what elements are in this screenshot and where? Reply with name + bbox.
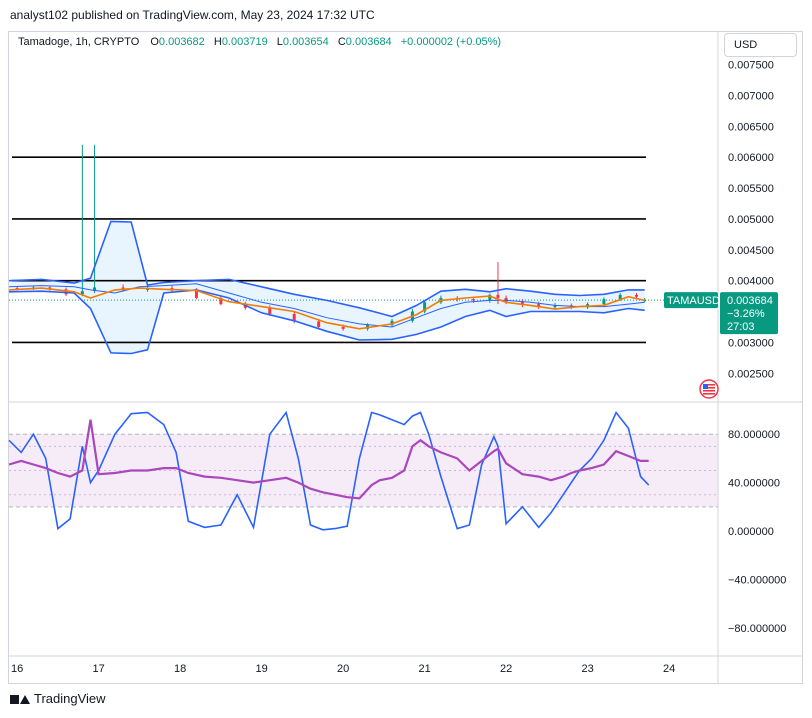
time-tick-label: 16: [11, 663, 23, 675]
price-tick-label: 0.002500: [728, 368, 774, 380]
price-pane: [8, 144, 718, 355]
time-tick-label: 19: [256, 663, 268, 675]
oscillator-tick-label: −80.000000: [728, 623, 786, 635]
price-tick-label: 0.006500: [728, 121, 774, 133]
price-tick-label: 0.007000: [728, 90, 774, 102]
candle-body: [635, 294, 639, 297]
axes: 0.007500 0.007000 0.006500 0.006000 0.005500…: [9, 32, 803, 683]
flag-icon-stripe: [703, 390, 715, 392]
time-tick-label: 21: [418, 663, 430, 675]
time-tick-label: 24: [663, 663, 675, 675]
price-tag-change: −3.26%: [727, 308, 765, 320]
candle-body: [317, 321, 321, 327]
candle-body: [496, 294, 500, 298]
stochastic-pane: [8, 410, 718, 531]
ticker-tag-text: TAMAUSD: [667, 295, 720, 307]
oscillator-tick-label: 40.000000: [728, 478, 780, 490]
brand-name: TradingView: [34, 691, 106, 706]
tradingview-logo-icon: [10, 693, 30, 705]
price-tick-label: 0.006000: [728, 152, 774, 164]
time-tick-label: 17: [93, 663, 105, 675]
candle-body: [341, 326, 345, 329]
price-tick-label: 0.003000: [728, 337, 774, 349]
oscillator-tick-label: −40.000000: [728, 574, 786, 586]
oscillator-tick-label: 80.000000: [728, 429, 780, 441]
price-tag-countdown: 27:03: [727, 321, 755, 333]
price-tick-label: 0.005500: [728, 183, 774, 195]
price-tag-value: 0.003684: [727, 295, 773, 307]
chart-canvas[interactable]: 0.007500 0.007000 0.006500 0.006000 0.005500…: [0, 0, 812, 718]
candle-body: [602, 299, 606, 305]
time-tick-label: 20: [337, 663, 349, 675]
price-tick-label: 0.004500: [728, 245, 774, 257]
price-tick-label: 0.005000: [728, 214, 774, 226]
time-tick-label: 23: [581, 663, 593, 675]
candle-body: [472, 299, 476, 301]
flag-icon-stripe: [703, 393, 715, 395]
oscillator-tick-label: 0.000000: [728, 526, 774, 538]
price-tick-label: 0.007500: [728, 60, 774, 72]
time-tick-label: 18: [174, 663, 186, 675]
flag-icon-ring: [699, 379, 719, 399]
flag-icon[interactable]: [699, 379, 719, 399]
footer-brand: TradingView: [10, 691, 106, 706]
flag-icon-canton: [703, 384, 708, 389]
time-tick-label: 22: [500, 663, 512, 675]
price-tick-label: 0.004000: [728, 276, 774, 288]
